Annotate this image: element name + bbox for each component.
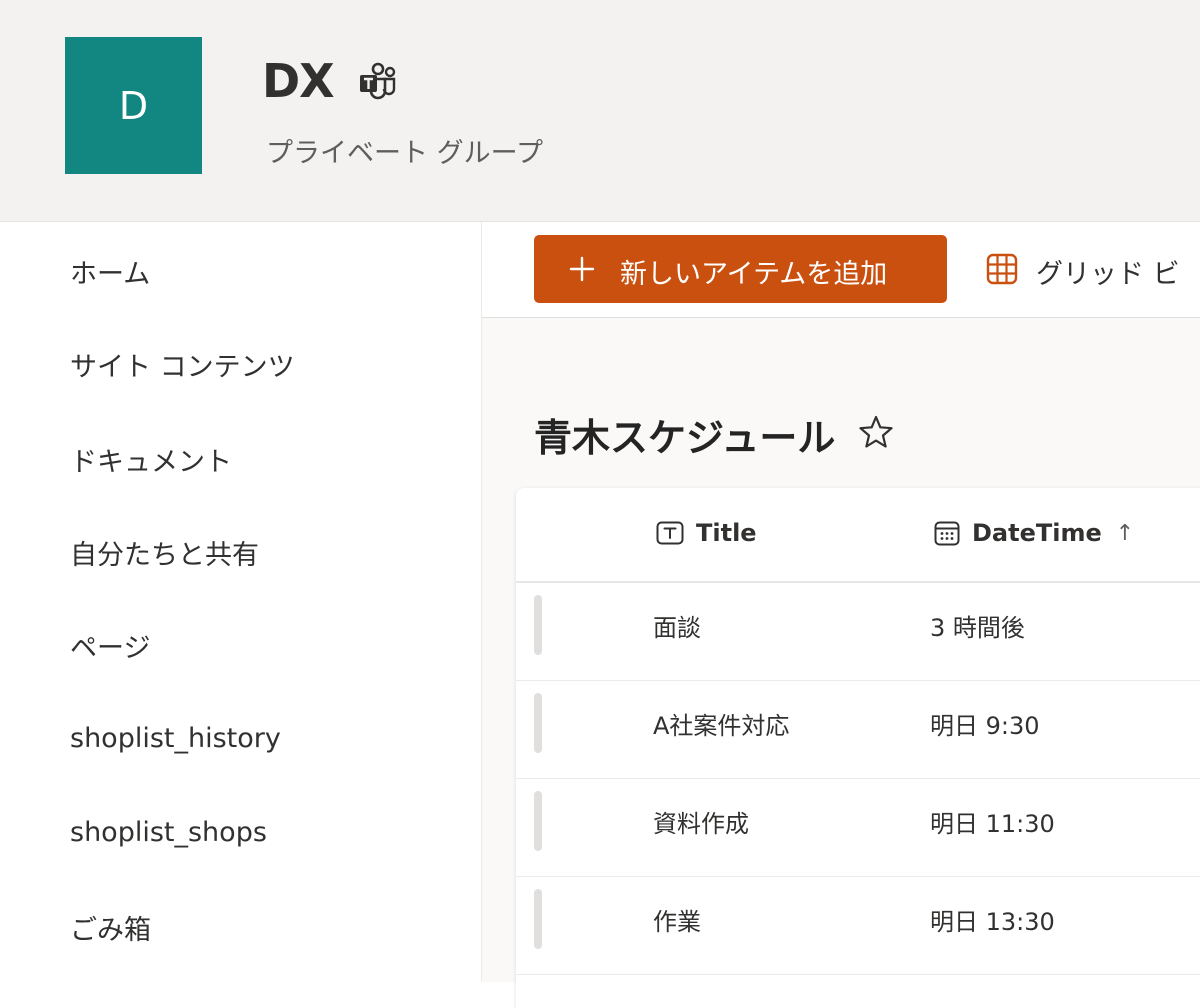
column-header-title-label: Title xyxy=(696,519,757,547)
nav-item-site-contents[interactable]: サイト コンテンツ xyxy=(70,345,295,384)
add-new-item-label: 新しいアイテムを追加 xyxy=(620,259,888,290)
teams-icon[interactable] xyxy=(357,62,397,100)
site-logo-letter: D xyxy=(118,83,149,128)
column-header-title[interactable]: Title xyxy=(656,519,757,547)
table-row[interactable]: 面談 3 時間後 xyxy=(516,583,1200,681)
plus-icon xyxy=(569,256,595,282)
nav-item-recycle-bin[interactable]: ごみ箱 xyxy=(70,908,151,947)
list-table: Title DateTime ↑ 面談 3 時間後 A社案件対応 明日 9:30 xyxy=(516,488,1200,1008)
nav-item-shared-with-us[interactable]: 自分たちと共有 xyxy=(70,533,259,572)
nav-item-shoplist-history[interactable]: shoplist_history xyxy=(70,723,281,754)
row-select-handle[interactable] xyxy=(534,791,542,851)
site-header: D DX プライベート グループ xyxy=(0,0,1200,222)
cell-title[interactable]: 面談 xyxy=(653,608,701,643)
column-header-datetime[interactable]: DateTime ↑ xyxy=(934,519,1134,547)
grid-view-button[interactable]: グリッド ビ xyxy=(982,235,1200,303)
cell-datetime: 明日 13:30 xyxy=(930,908,1055,936)
main-content: 新しいアイテムを追加 グリッド ビ 青木スケジュール Title DateTim… xyxy=(482,222,1200,1008)
favorite-star-icon[interactable] xyxy=(858,414,894,450)
calendar-icon xyxy=(934,521,960,546)
cell-title[interactable]: 作業 xyxy=(653,902,701,937)
list-title: 青木スケジュール xyxy=(534,416,836,460)
cell-datetime: 明日 11:30 xyxy=(930,810,1055,838)
cell-title[interactable]: 資料作成 xyxy=(653,804,749,839)
site-subtitle: プライベート グループ xyxy=(266,138,543,169)
left-navigation: ホーム サイト コンテンツ ドキュメント 自分たちと共有 ページ shoplis… xyxy=(0,222,482,982)
table-row[interactable]: 作業 明日 13:30 xyxy=(516,877,1200,975)
cell-title[interactable]: A社案件対応 xyxy=(653,706,789,741)
grid-view-label: グリッド ビ xyxy=(1036,259,1180,290)
add-new-item-button[interactable]: 新しいアイテムを追加 xyxy=(534,235,947,303)
nav-item-home[interactable]: ホーム xyxy=(70,252,150,291)
table-header: Title DateTime ↑ xyxy=(516,488,1200,583)
row-select-handle[interactable] xyxy=(534,595,542,655)
command-bar: 新しいアイテムを追加 グリッド ビ xyxy=(482,222,1200,318)
nav-item-documents[interactable]: ドキュメント xyxy=(70,440,232,479)
nav-item-shoplist-shops[interactable]: shoplist_shops xyxy=(70,817,267,848)
table-row[interactable]: 資料作成 明日 11:30 xyxy=(516,779,1200,877)
row-select-handle[interactable] xyxy=(534,889,542,949)
nav-item-pages[interactable]: ページ xyxy=(70,626,150,665)
sort-ascending-icon: ↑ xyxy=(1115,520,1135,546)
site-logo[interactable]: D xyxy=(65,37,202,174)
site-title[interactable]: DX xyxy=(262,54,335,108)
column-header-datetime-label: DateTime xyxy=(972,519,1102,547)
table-row[interactable]: A社案件対応 明日 9:30 xyxy=(516,681,1200,779)
text-field-icon xyxy=(656,521,684,545)
cell-datetime: 明日 9:30 xyxy=(930,712,1040,740)
cell-datetime: 3 時間後 xyxy=(930,614,1025,642)
grid-icon xyxy=(986,253,1018,285)
row-select-handle[interactable] xyxy=(534,693,542,753)
